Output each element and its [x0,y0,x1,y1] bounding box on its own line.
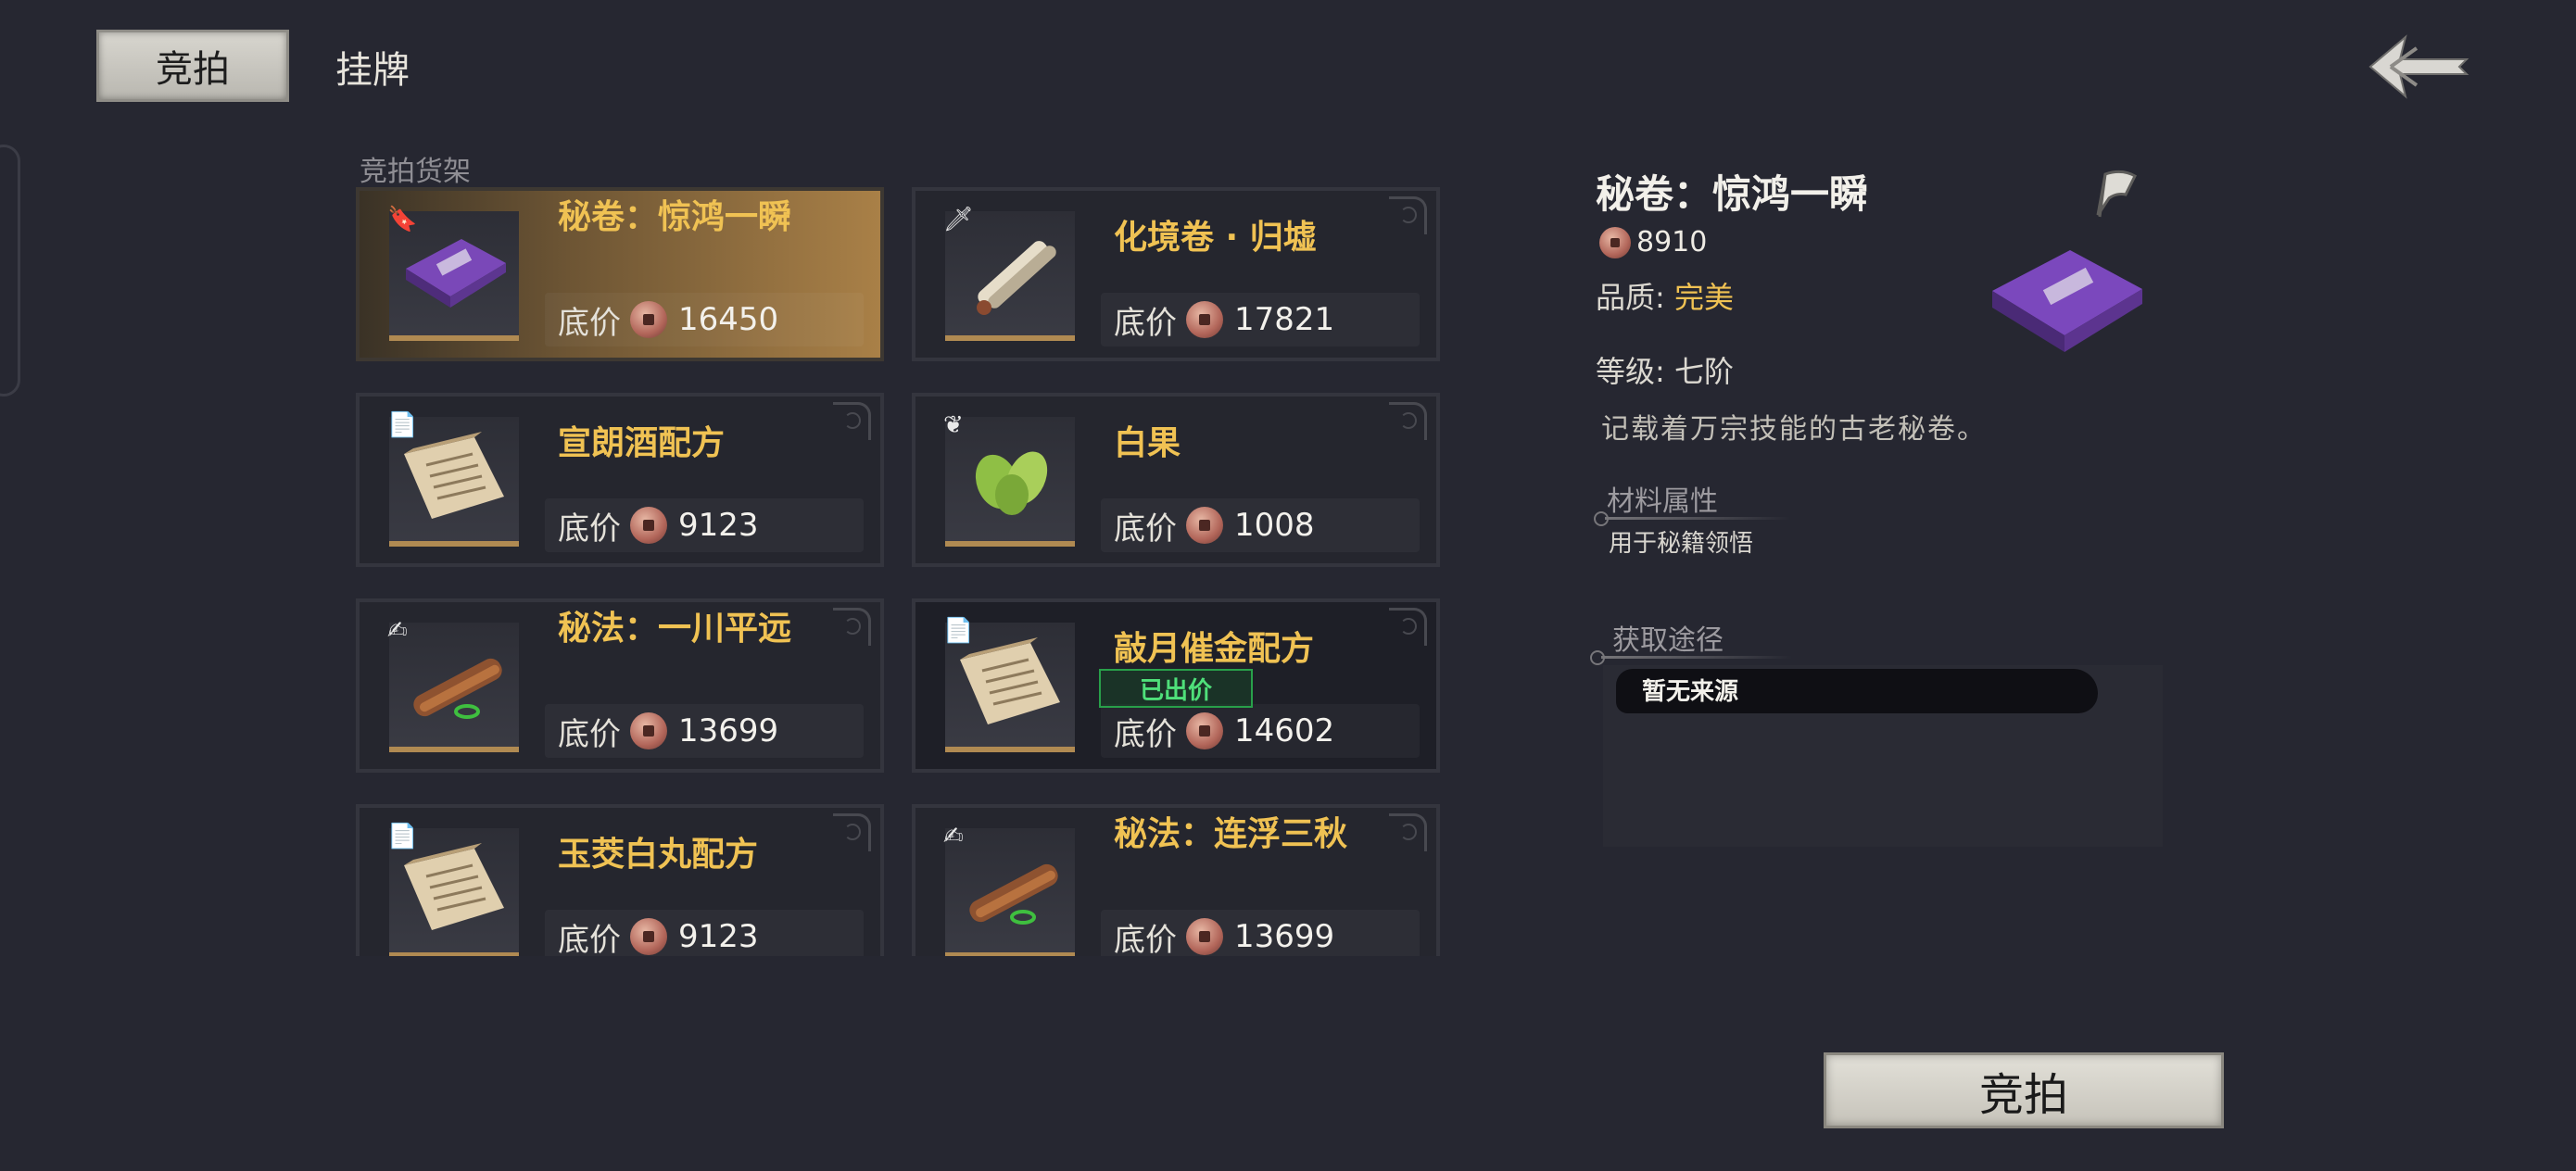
detail-price-value: 8910 [1636,226,1708,258]
detail-quality: 品质: 完美 [1596,274,1734,317]
auction-item-card[interactable]: 📄 玉茭白丸配方 底价 9123 [356,804,884,956]
tab-auction[interactable]: 竞拍 [96,30,289,102]
corner-ornament [833,608,871,646]
coin-icon [630,301,667,338]
price-label: 底价 [1114,304,1177,342]
price-label: 底价 [558,921,621,957]
price-row: 底价 13699 [1101,910,1420,956]
auction-item-card[interactable]: 🔖 秘卷：惊鸿一瞬 底价 16450 [356,187,884,361]
technique-badge-icon: ✍ [387,617,408,645]
item-price: 9123 [678,507,759,544]
coin-icon [1186,918,1223,955]
item-price: 1008 [1234,507,1315,544]
price-label: 底价 [558,304,621,342]
price-label: 底价 [558,510,621,548]
herb-badge-icon: ❦ [943,411,964,439]
item-name: 宣朗酒配方 [558,424,726,462]
item-name: 秘法：一川平远 [558,610,792,648]
auction-shelf-title: 竞拍货架 [360,156,471,188]
coin-icon [630,712,667,749]
coin-icon [630,507,667,544]
auction-item-card[interactable]: 🗡 化境卷 · 归墟 底价 17821 [912,187,1440,361]
detail-description: 记载着万宗技能的古老秘卷。 [1601,413,1987,446]
corner-ornament [833,813,871,851]
item-price: 13699 [1234,918,1335,955]
auction-item-card[interactable]: ❦ 白果 底价 1008 [912,393,1440,567]
item-name: 化境卷 · 归墟 [1114,219,1317,257]
coin-icon [1186,507,1223,544]
item-price: 17821 [1234,301,1335,338]
corner-ornament [1389,196,1427,234]
item-name: 玉茭白丸配方 [558,836,759,874]
source-text: 暂无来源 [1642,678,1739,706]
item-price: 16450 [678,301,779,338]
price-label: 底价 [1114,510,1177,548]
price-label: 底价 [558,715,621,753]
bid-placed-tag: 已出价 [1099,669,1253,708]
coin-icon [630,918,667,955]
bookmark-badge-icon: 🔖 [387,206,418,233]
item-price: 13699 [678,712,779,749]
item-name: 秘卷：惊鸿一瞬 [558,198,792,236]
item-price: 9123 [678,918,759,955]
quality-value: 完美 [1673,280,1734,315]
coin-icon [1186,301,1223,338]
bookmark-icon [2085,167,2142,220]
purple-book-icon [1983,233,2150,382]
detail-item-title: 秘卷：惊鸿一瞬 [1596,171,1869,217]
corner-ornament [833,402,871,440]
corner-ornament [1389,608,1427,646]
price-row: 底价 17821 [1101,293,1420,346]
paper-badge-icon: 📄 [943,617,974,645]
price-label: 底价 [1114,921,1177,957]
auction-item-grid: 🔖 秘卷：惊鸿一瞬 底价 16450 🗡 化境卷 · 归墟 底价 17821 📄… [356,187,1440,956]
coin-icon [1186,712,1223,749]
auction-item-card[interactable]: ✍ 秘法：一川平远 底价 13699 [356,598,884,773]
auction-item-card[interactable]: ✍ 秘法：连浮三秋 底价 13699 [912,804,1440,956]
item-price: 14602 [1234,712,1335,749]
sword-badge-icon: 🗡 [943,206,975,233]
item-name: 秘法：连浮三秋 [1114,815,1348,853]
material-section-heading: 材料属性 [1607,485,1718,518]
section-divider [1601,656,1792,659]
quality-label: 品质: [1596,280,1665,315]
corner-ornament [1389,402,1427,440]
paper-badge-icon: 📄 [387,823,418,850]
price-row: 底价 1008 [1101,498,1420,552]
auction-item-card[interactable]: 📄 宣朗酒配方 底价 9123 [356,393,884,567]
tab-listing[interactable]: 挂牌 [335,33,410,100]
detail-level: 等级: 七阶 [1596,354,1734,389]
item-name: 白果 [1114,424,1181,462]
bid-button[interactable]: 竞拍 [1824,1052,2224,1128]
back-arrow-icon[interactable] [2363,22,2474,111]
price-row: 底价 9123 [545,498,864,552]
price-label: 底价 [1114,715,1177,753]
corner-ornament [1389,813,1427,851]
section-divider [1605,517,1790,520]
technique-badge-icon: ✍ [943,823,964,850]
source-section-heading: 获取途径 [1612,624,1724,657]
paper-badge-icon: 📄 [387,411,418,439]
side-drawer-handle[interactable] [0,145,20,397]
coin-icon [1599,226,1631,258]
price-row: 底价 14602 [1101,704,1420,758]
item-name: 敲月催金配方 [1114,630,1315,668]
price-row: 底价 16450 [545,293,864,346]
material-text: 用于秘籍领悟 [1609,530,1754,558]
price-row: 底价 9123 [545,910,864,956]
price-row: 底价 13699 [545,704,864,758]
auction-item-card[interactable]: 📄 敲月催金配方 底价 14602 已出价 [912,598,1440,773]
detail-price: 8910 [1599,226,1707,258]
